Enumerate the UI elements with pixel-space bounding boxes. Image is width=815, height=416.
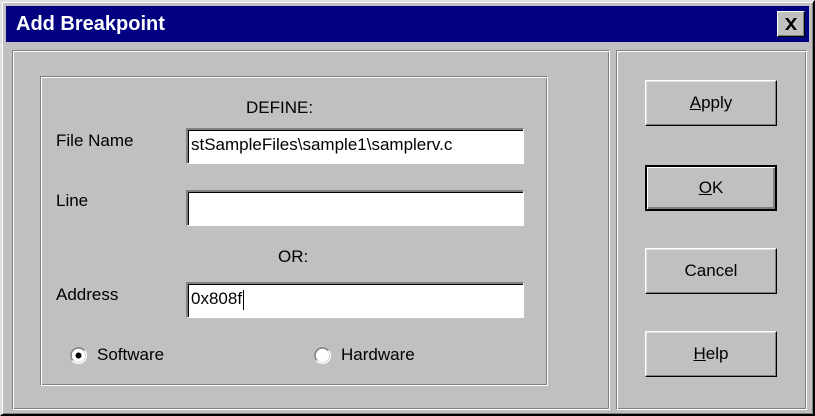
address-label: Address — [56, 285, 119, 304]
radio-unselected-icon — [314, 346, 331, 364]
file-name-label: File Name — [56, 131, 134, 150]
software-radio[interactable]: Software — [70, 345, 164, 365]
cancel-label: Cancel — [684, 261, 738, 280]
ok-mnemonic: O — [698, 178, 712, 197]
help-mnemonic: H — [693, 344, 706, 363]
close-icon — [784, 18, 798, 30]
ok-button[interactable]: OK — [645, 165, 777, 211]
software-radio-label: Software — [97, 345, 165, 364]
define-header: DEFINE: — [246, 98, 314, 117]
help-button[interactable]: Help — [645, 331, 777, 377]
line-label: Line — [56, 191, 89, 210]
file-name-value: stSampleFiles\sample1\samplerv.c — [191, 135, 453, 154]
apply-label-rest: pply — [701, 93, 733, 112]
or-header: OR: — [278, 247, 309, 266]
file-name-field[interactable]: stSampleFiles\sample1\samplerv.c — [186, 128, 524, 164]
add-breakpoint-dialog: Add Breakpoint DEFINE: File Name stSampl… — [0, 0, 815, 416]
address-field[interactable]: 0x808f — [186, 282, 524, 318]
title-bar[interactable]: Add Breakpoint — [6, 6, 809, 42]
ok-label-rest: K — [711, 178, 724, 197]
text-cursor — [243, 289, 245, 310]
hardware-radio[interactable]: Hardware — [314, 345, 415, 365]
help-label-rest: elp — [705, 344, 729, 363]
hardware-radio-label: Hardware — [341, 345, 415, 364]
dialog-title: Add Breakpoint — [16, 13, 165, 35]
define-group-frame — [40, 76, 548, 386]
line-field[interactable] — [186, 190, 524, 226]
apply-button[interactable]: Apply — [645, 80, 777, 126]
address-value: 0x808f — [191, 289, 243, 308]
radio-selected-icon — [70, 346, 87, 364]
close-button[interactable] — [777, 11, 805, 37]
apply-mnemonic: A — [689, 93, 702, 112]
cancel-button[interactable]: Cancel — [645, 248, 777, 294]
